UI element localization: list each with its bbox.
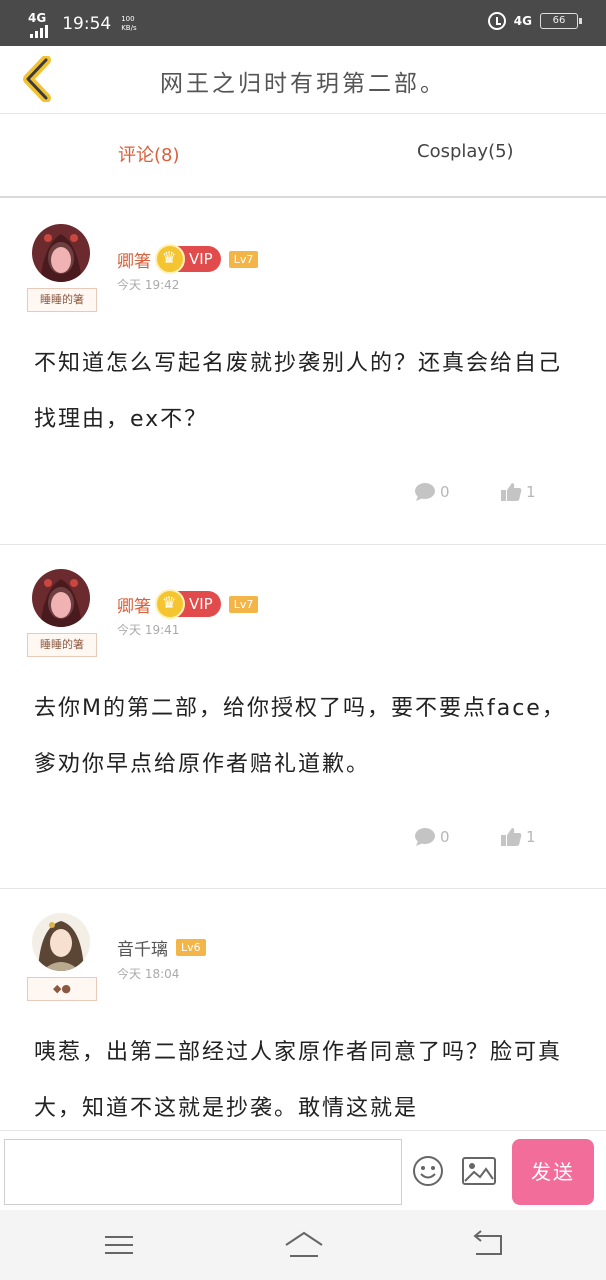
tab-comments[interactable]: 评论(8) [118, 141, 180, 167]
username[interactable]: 卿箸 [117, 592, 151, 617]
user-badge: 睡睡的箸 [27, 633, 97, 657]
vip-label: VIP [189, 250, 213, 268]
comment-input-bar: 发送 [0, 1130, 606, 1210]
signal-icon [30, 24, 49, 38]
reply-count-label: 0 [440, 483, 450, 501]
battery-icon: 66 [540, 13, 582, 29]
comment-text: 去你M的第二部，给你授权了吗，要不要点face，爹劝你早点给原作者赔礼道歉。 [34, 696, 566, 777]
network-label: 4G [28, 11, 47, 25]
avatar[interactable] [32, 224, 90, 282]
app-header: 网王之归时有玥第二部。 [0, 46, 606, 114]
comment-bubble-icon [415, 483, 435, 501]
level-badge: Lv7 [228, 595, 259, 613]
comment-time: 今天 18:04 [117, 967, 180, 981]
like-count[interactable]: 1 [500, 482, 536, 502]
image-icon[interactable] [462, 1157, 496, 1185]
avatar[interactable] [32, 913, 90, 971]
crown-icon [155, 244, 185, 274]
user-info: 卿箸 VIP Lv7 [117, 589, 259, 619]
user-badge: 睡睡的箸 [27, 288, 97, 312]
thumbs-up-icon [501, 483, 522, 501]
level-badge: Lv6 [176, 939, 206, 956]
comment-time: 今天 19:42 [117, 278, 180, 292]
clock: 19:54 [62, 14, 112, 34]
tab-bar: 评论(8) Cosplay(5) [0, 115, 606, 198]
like-count-label: 1 [526, 828, 536, 846]
comment-feed[interactable]: 睡睡的箸 卿箸 VIP Lv7 今天 19:42 不知道怎么写起名废就抄袭别人的… [0, 200, 606, 1130]
comment-item: 睡睡的箸 卿箸 VIP Lv7 今天 19:41 去你M的第二部，给你授权了吗，… [0, 545, 606, 889]
status-right: 4G 66 [487, 12, 582, 30]
page-title: 网王之归时有玥第二部。 [160, 71, 446, 97]
alarm-icon [487, 12, 506, 30]
tab-cosplay[interactable]: Cosplay(5) [417, 141, 514, 162]
reply-count[interactable]: 0 [414, 827, 450, 847]
reply-count-label: 0 [440, 828, 450, 846]
menu-icon[interactable] [102, 1230, 136, 1260]
emoji-icon[interactable] [412, 1155, 444, 1187]
comment-text: 不知道怎么写起名废就抄袭别人的？还真会给自己找理由，ex不？ [34, 351, 563, 432]
vip-badge: VIP [155, 589, 221, 619]
status-left: 4G 19:54 100 KB/s [28, 10, 137, 38]
vip-label: VIP [189, 595, 213, 613]
status-bar: 4G 19:54 100 KB/s 4G 66 [0, 0, 606, 46]
level-badge: Lv7 [228, 250, 259, 268]
reply-count[interactable]: 0 [414, 482, 450, 502]
comment-text: 咦惹，出第二部经过人家原作者同意了吗？脸可真大，知道不这就是抄袭。敢情这就是 [34, 1040, 563, 1121]
comment-time: 今天 19:41 [117, 623, 180, 637]
send-button[interactable]: 发送 [512, 1139, 594, 1205]
network-label-right: 4G [513, 14, 532, 28]
back-icon[interactable] [470, 1230, 504, 1260]
user-info: 卿箸 VIP Lv7 [117, 244, 259, 274]
thumbs-up-icon [501, 828, 522, 846]
username[interactable]: 音千璃 [117, 935, 168, 960]
comment-bubble-icon [415, 828, 435, 846]
network-speed: 100 KB/s [121, 15, 137, 32]
vip-badge: VIP [155, 244, 221, 274]
user-badge: ◆● [27, 977, 97, 1001]
like-count-label: 1 [526, 483, 536, 501]
avatar[interactable] [32, 569, 90, 627]
comment-item: 睡睡的箸 卿箸 VIP Lv7 今天 19:42 不知道怎么写起名废就抄袭别人的… [0, 200, 606, 545]
comment-input[interactable] [4, 1139, 402, 1205]
like-count[interactable]: 1 [500, 827, 536, 847]
user-info: 音千璃 Lv6 [117, 935, 206, 960]
username[interactable]: 卿箸 [117, 247, 151, 272]
comment-item: ◆● 音千璃 Lv6 今天 18:04 咦惹，出第二部经过人家原作者同意了吗？脸… [0, 889, 606, 1130]
home-icon[interactable] [284, 1230, 324, 1260]
crown-icon [155, 589, 185, 619]
system-nav-bar [0, 1210, 606, 1280]
